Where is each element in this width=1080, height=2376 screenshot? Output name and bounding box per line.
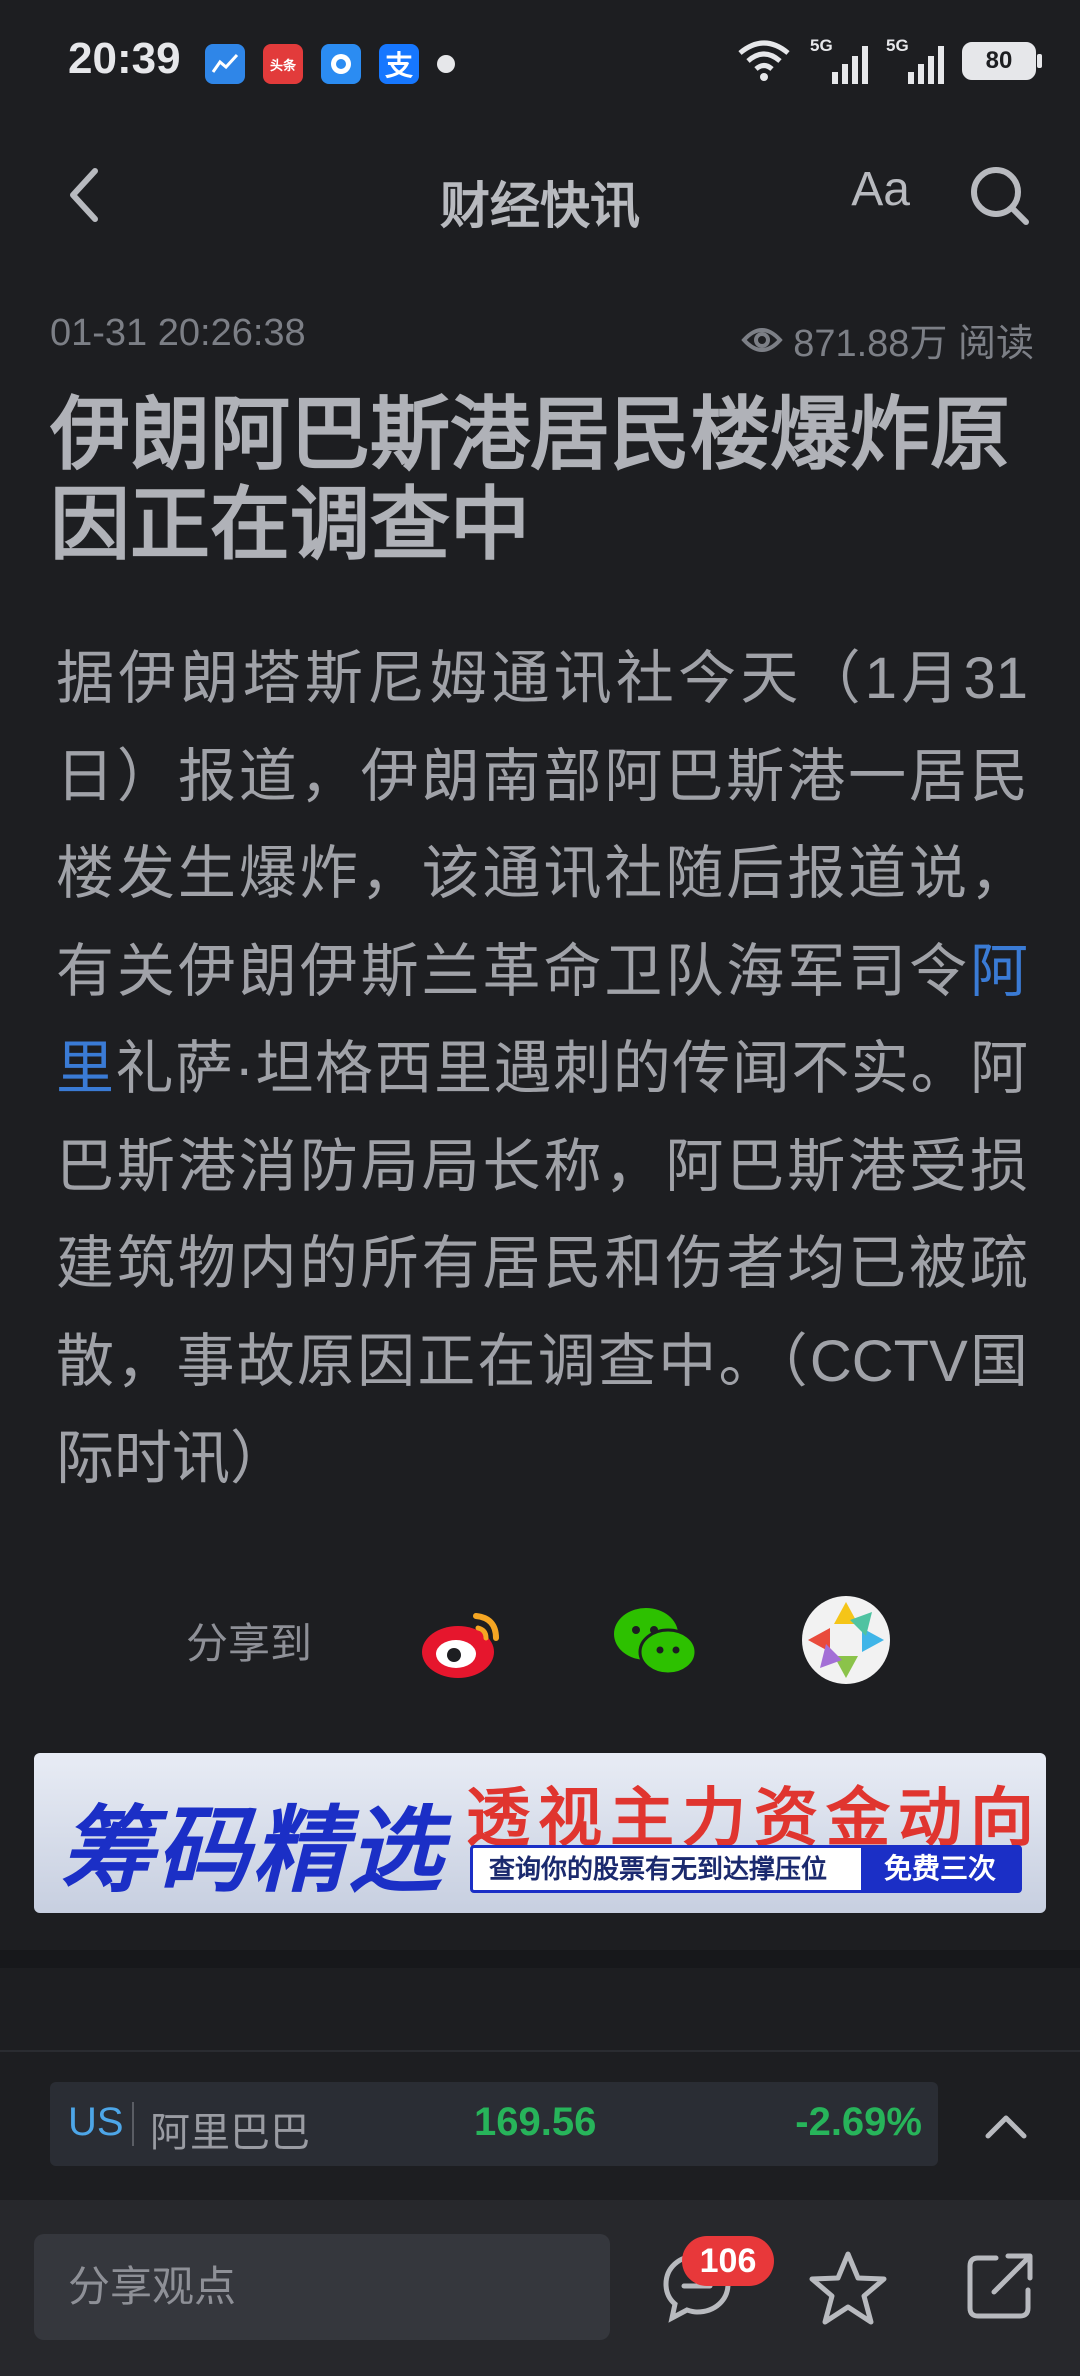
chevron-up-icon[interactable]	[976, 2096, 1036, 2156]
weibo-icon[interactable]	[416, 1594, 508, 1686]
battery-indicator: 80	[962, 42, 1042, 80]
view-count: 871.88万 阅读	[741, 312, 1034, 367]
article-meta: 01-31 20:26:38 871.88万 阅读	[50, 312, 1034, 365]
star-icon[interactable]	[808, 2248, 888, 2328]
ad-subline: 查询你的股票有无到达撑压位	[489, 1854, 828, 1884]
stock-price: 169.56	[474, 2100, 597, 2144]
more-notifications-dot-icon	[437, 55, 455, 73]
alipay-app-icon: 支	[379, 44, 419, 84]
article-title: 伊朗阿巴斯港居民楼爆炸原因正在调查中	[50, 390, 1010, 569]
wechat-icon[interactable]	[608, 1594, 700, 1686]
share-external-icon[interactable]	[964, 2250, 1036, 2322]
signal-5g-1-icon: 5G	[810, 36, 868, 84]
publish-time: 01-31 20:26:38	[50, 312, 306, 354]
comment-input[interactable]: 分享观点	[34, 2234, 610, 2340]
ad-cta[interactable]: 免费三次	[861, 1848, 1019, 1890]
status-bar: 20:39 头条 支 5G 5G 80	[0, 0, 1080, 130]
share-label: 分享到	[186, 1620, 313, 1667]
related-stock[interactable]: US 阿里巴巴 169.56 -2.69%	[50, 2082, 938, 2166]
notification-icons: 头条 支	[205, 44, 455, 84]
article-body-text-cont: 礼萨·坦格西里遇刺的传闻不实。阿巴斯港消防局局长称，阿巴斯港受损建筑物内的所有居…	[56, 1036, 1028, 1491]
stock-change: -2.69%	[795, 2100, 922, 2144]
share-row: 分享到	[0, 1580, 1080, 1690]
status-indicators: 5G 5G 80	[736, 36, 1042, 84]
status-time: 20:39	[68, 34, 181, 83]
signal-5g-2-icon: 5G	[886, 36, 944, 84]
ad-subline-box: 查询你的股票有无到达撑压位 免费三次	[470, 1845, 1022, 1893]
moments-icon[interactable]	[800, 1594, 892, 1686]
view-count-text: 871.88万 阅读	[793, 323, 1034, 365]
stock-market: US	[68, 2100, 124, 2144]
section-divider	[0, 1950, 1080, 1968]
nav-bar: 财经快讯 Aa	[0, 130, 1080, 260]
comment-count-badge: 106	[682, 2236, 774, 2286]
stock-separator	[132, 2102, 134, 2146]
stock-name: 阿里巴巴	[150, 2111, 310, 2155]
eye-icon	[741, 327, 783, 352]
wifi-icon	[738, 40, 790, 81]
ad-brand-text: 筹码精选	[60, 1798, 445, 1903]
toutiao-app-icon: 头条	[263, 44, 303, 84]
article-body-text: 据伊朗塔斯尼姆通讯社今天（1月31日）报道，伊朗南部阿巴斯港一居民楼发生爆炸，该…	[56, 646, 1028, 1004]
font-size-button[interactable]: Aa	[851, 162, 910, 217]
article-body: 据伊朗塔斯尼姆通讯社今天（1月31日）报道，伊朗南部阿巴斯港一居民楼发生爆炸，该…	[56, 630, 1028, 1508]
browser-app-icon	[321, 44, 361, 84]
search-icon[interactable]	[968, 164, 1032, 228]
chart-app-icon	[205, 44, 245, 84]
page-title: 财经快讯	[440, 178, 640, 234]
ad-banner[interactable]: 筹码精选 透视主力资金动向 查询你的股票有无到达撑压位 免费三次	[34, 1753, 1046, 1913]
bottom-action-bar: 分享观点 106	[0, 2200, 1080, 2376]
related-stock-bar: US 阿里巴巴 169.56 -2.69%	[0, 2050, 1080, 2200]
